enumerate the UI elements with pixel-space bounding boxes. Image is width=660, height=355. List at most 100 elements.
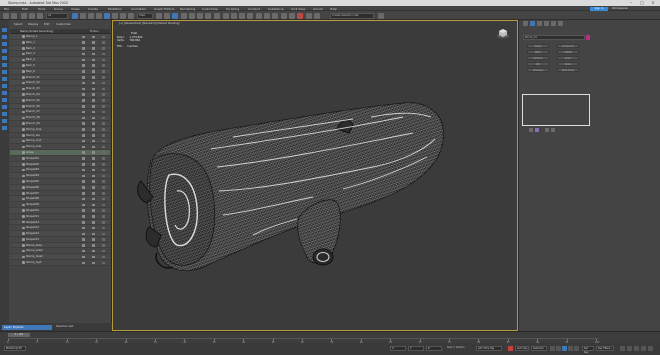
render-toggle-icon[interactable] <box>92 110 95 114</box>
render-setup-icon[interactable] <box>281 12 287 19</box>
visibility-icon[interactable] <box>22 58 25 62</box>
field-of-view-icon[interactable] <box>641 346 646 351</box>
visibility-icon[interactable] <box>22 255 25 259</box>
visibility-icon[interactable] <box>22 162 25 166</box>
render-toggle-icon[interactable] <box>92 76 95 79</box>
render-toggle-icon[interactable] <box>92 157 95 160</box>
pan-icon[interactable] <box>634 346 639 351</box>
display-geometry-icon[interactable] <box>2 28 7 32</box>
box-mode-icon[interactable] <box>102 168 105 172</box>
freeze-toggle-icon[interactable] <box>82 261 85 265</box>
render-toggle-icon[interactable] <box>92 58 95 62</box>
box-mode-icon[interactable] <box>102 116 105 120</box>
freeze-toggle-icon[interactable] <box>82 174 85 178</box>
go-to-start-icon[interactable] <box>550 346 555 351</box>
display-groups-icon[interactable] <box>2 70 7 74</box>
display-lights-icon[interactable] <box>2 42 7 46</box>
menu-rendering[interactable]: Rendering <box>180 7 195 11</box>
selection-filter-dropdown[interactable]: All <box>46 12 68 19</box>
visibility-icon[interactable] <box>22 180 25 183</box>
render-toggle-icon[interactable] <box>92 139 95 143</box>
display-frozen-icon[interactable] <box>2 98 7 102</box>
tab-display[interactable]: Display <box>28 22 38 26</box>
menu-modifiers[interactable]: Modifiers <box>108 7 122 11</box>
remove-modifier-icon[interactable] <box>551 128 555 132</box>
render-toggle-icon[interactable] <box>92 180 95 183</box>
visibility-icon[interactable] <box>22 64 25 67</box>
render-toggle-icon[interactable] <box>92 122 95 125</box>
visibility-icon[interactable] <box>22 220 25 224</box>
unlink-icon[interactable] <box>29 12 35 19</box>
bind-space-warp-icon[interactable] <box>37 12 43 19</box>
object-name-field[interactable]: Stump_01 <box>523 35 585 40</box>
box-mode-icon[interactable] <box>102 174 105 178</box>
freeze-toggle-icon[interactable] <box>82 255 85 259</box>
menu-group[interactable]: Group <box>54 7 63 11</box>
freeze-toggle-icon[interactable] <box>82 145 85 149</box>
curve-editor-icon[interactable] <box>256 12 262 19</box>
freeze-toggle-icon[interactable] <box>82 64 85 67</box>
render-toggle-icon[interactable] <box>92 41 95 44</box>
menu-animation[interactable]: Animation <box>131 7 146 11</box>
visibility-icon[interactable] <box>22 203 25 207</box>
display-xrefs-icon[interactable] <box>2 77 7 81</box>
display-containers-icon[interactable] <box>2 91 7 95</box>
render-in-cloud-icon[interactable] <box>306 12 312 19</box>
y-coordinate-field[interactable]: Y: <box>408 346 424 351</box>
select-manipulate-icon[interactable] <box>164 12 170 19</box>
display-cameras-icon[interactable] <box>2 49 7 53</box>
box-mode-icon[interactable] <box>102 186 105 189</box>
display-invert-icon[interactable] <box>2 126 7 130</box>
freeze-toggle-icon[interactable] <box>82 58 85 62</box>
render-toggle-icon[interactable] <box>92 209 95 212</box>
freeze-toggle-icon[interactable] <box>82 180 85 183</box>
make-unique-icon[interactable] <box>545 128 549 132</box>
object-type-button[interactable]: Shape <box>527 44 549 48</box>
previous-frame-icon[interactable] <box>556 346 561 351</box>
box-mode-icon[interactable] <box>102 203 105 207</box>
freeze-toggle-icon[interactable] <box>82 192 85 195</box>
freeze-toggle-icon[interactable] <box>82 151 85 154</box>
render-toggle-icon[interactable] <box>92 145 95 149</box>
freeze-toggle-icon[interactable] <box>82 226 85 230</box>
object-type-button[interactable]: Compound <box>557 44 579 48</box>
visibility-icon[interactable] <box>22 168 25 172</box>
visibility-icon[interactable] <box>22 197 25 201</box>
box-mode-icon[interactable] <box>102 238 105 241</box>
freeze-toggle-icon[interactable] <box>82 249 85 253</box>
select-scale-icon[interactable] <box>120 12 126 19</box>
modify-tab-icon[interactable] <box>530 21 535 26</box>
rectangular-selection-icon[interactable] <box>88 12 94 19</box>
visibility-icon[interactable] <box>22 133 25 137</box>
project-folder-icon[interactable] <box>378 12 384 19</box>
box-mode-icon[interactable] <box>102 197 105 201</box>
render-toggle-icon[interactable] <box>92 64 95 67</box>
render-toggle-icon[interactable] <box>92 255 95 259</box>
freeze-toggle-icon[interactable] <box>82 157 85 160</box>
render-toggle-icon[interactable] <box>92 238 95 241</box>
menu-scripting[interactable]: Scripting <box>226 7 239 11</box>
tab-customize[interactable]: Customize <box>56 22 71 26</box>
play-icon[interactable] <box>562 346 567 351</box>
freeze-toggle-icon[interactable] <box>82 238 85 241</box>
visibility-icon[interactable] <box>22 151 25 154</box>
toggle-layer-explorer-icon[interactable] <box>247 12 253 19</box>
material-editor-icon[interactable] <box>272 12 278 19</box>
orbit-icon[interactable] <box>627 346 632 351</box>
render-toggle-icon[interactable] <box>92 197 95 201</box>
object-type-button[interactable]: NURBS <box>557 50 579 54</box>
freeze-toggle-icon[interactable] <box>82 203 85 207</box>
box-mode-icon[interactable] <box>102 122 105 125</box>
visibility-icon[interactable] <box>22 191 25 195</box>
menu-edit[interactable]: Edit <box>22 7 28 11</box>
render-toggle-icon[interactable] <box>92 70 95 73</box>
box-mode-icon[interactable] <box>102 110 105 114</box>
auto-key-label[interactable]: Auto Key <box>515 346 529 351</box>
menu-help[interactable]: Help <box>330 7 337 11</box>
freeze-toggle-icon[interactable] <box>82 232 85 236</box>
render-toggle-icon[interactable] <box>92 81 95 85</box>
rendered-frame-window-icon[interactable] <box>289 12 295 19</box>
show-end-result-icon[interactable] <box>535 128 539 132</box>
freeze-toggle-icon[interactable] <box>82 52 85 56</box>
display-shapes-icon[interactable] <box>2 35 7 39</box>
